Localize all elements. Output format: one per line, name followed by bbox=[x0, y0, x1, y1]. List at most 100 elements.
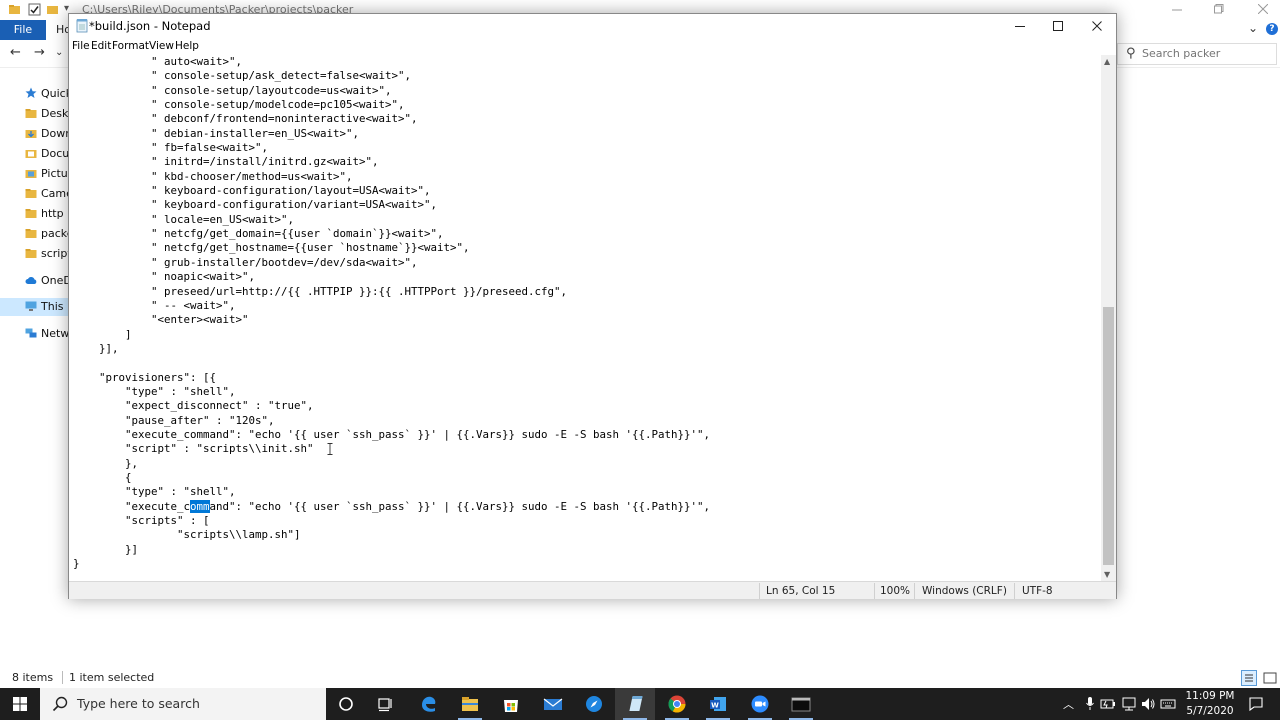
nav-item[interactable]: OneDri bbox=[0, 272, 68, 290]
minimize-icon bbox=[1015, 26, 1025, 27]
code-line: " netcfg/get_domain={{user `domain`}}<wa… bbox=[73, 227, 444, 241]
large-icons-view-button[interactable] bbox=[1262, 670, 1278, 686]
nav-item[interactable]: Quick a bbox=[0, 85, 68, 103]
status-divider bbox=[759, 583, 760, 599]
download-icon bbox=[25, 130, 37, 138]
nav-item-label: Networ bbox=[41, 327, 68, 340]
code-line: " noapic<wait>", bbox=[73, 270, 256, 284]
scroll-down-arrow-icon[interactable]: ▼ bbox=[1104, 570, 1110, 579]
mail-button[interactable] bbox=[533, 688, 573, 720]
nav-item[interactable]: Docu bbox=[0, 145, 68, 163]
scroll-up-arrow-icon[interactable]: ▲ bbox=[1104, 57, 1110, 66]
help-icon[interactable]: ? bbox=[1266, 23, 1278, 35]
explorer-search-box[interactable]: ⚲ bbox=[1117, 43, 1277, 65]
nav-item-label: Came bbox=[41, 187, 68, 200]
notification-icon[interactable] bbox=[1248, 696, 1264, 712]
menu-bar: File Edit Format View Help bbox=[69, 38, 1116, 55]
vertical-scrollbar[interactable]: ▲ ▼ bbox=[1101, 55, 1116, 581]
cortana-button[interactable] bbox=[326, 688, 366, 720]
volume-icon[interactable] bbox=[1140, 696, 1156, 712]
taskbar-search-box[interactable]: Type here to search bbox=[40, 688, 326, 720]
close-icon[interactable] bbox=[1258, 4, 1268, 14]
word-button[interactable]: W bbox=[698, 688, 738, 720]
microphone-icon[interactable] bbox=[1085, 696, 1095, 712]
ribbon-file-tab[interactable]: File bbox=[0, 20, 46, 40]
folder-icon bbox=[25, 229, 37, 238]
terminal-button[interactable] bbox=[781, 688, 821, 720]
code-line: " keyboard-configuration/variant=USA<wai… bbox=[73, 198, 438, 212]
nav-item-label: Down bbox=[41, 127, 68, 140]
mail-icon bbox=[543, 698, 563, 710]
notepad-titlebar[interactable]: *build.json - Notepad bbox=[69, 14, 1116, 38]
forward-arrow-icon[interactable]: → bbox=[34, 45, 45, 60]
keyboard-icon[interactable] bbox=[1160, 696, 1176, 712]
code-text[interactable]: " auto<wait>", " console-setup/ask_detec… bbox=[73, 55, 710, 571]
clock-time: 11:09 PM bbox=[1185, 690, 1235, 702]
new-folder-icon[interactable] bbox=[46, 3, 59, 16]
nav-item[interactable]: http bbox=[0, 205, 68, 223]
taskbar-clock[interactable]: 11:09 PM 5/7/2020 bbox=[1180, 689, 1240, 719]
code-line: " grub-installer/bootdev=/dev/sda<wait>"… bbox=[73, 255, 418, 269]
minimize-icon[interactable] bbox=[1172, 5, 1182, 15]
notepad-taskbar-button[interactable] bbox=[615, 688, 655, 720]
start-button[interactable] bbox=[0, 688, 40, 720]
task-view-button[interactable] bbox=[366, 688, 406, 720]
code-segment: "execute_c bbox=[73, 499, 191, 513]
chevron-up-icon[interactable]: ︿ bbox=[1063, 696, 1074, 712]
search-input[interactable] bbox=[1142, 47, 1272, 60]
nav-item[interactable]: This PC bbox=[0, 298, 68, 316]
code-line: " kbd-chooser/method=us<wait>", bbox=[73, 169, 353, 183]
close-icon bbox=[1092, 21, 1102, 31]
maximize-icon[interactable] bbox=[1214, 4, 1224, 14]
code-line: "execute_command": "echo '{{ user `ssh_p… bbox=[73, 427, 711, 441]
chevron-down-icon[interactable]: ⌄ bbox=[1248, 21, 1258, 35]
notepad-window[interactable]: *build.json - Notepad File Edit Format V… bbox=[68, 13, 1117, 599]
code-line: " preseed/url=http://{{ .HTTPIP }}:{{ .H… bbox=[73, 284, 568, 298]
safari-button[interactable] bbox=[574, 688, 614, 720]
nav-item[interactable]: scripts bbox=[0, 245, 68, 263]
text-editor[interactable]: " auto<wait>", " console-setup/ask_detec… bbox=[69, 55, 1101, 581]
code-line: "expect_disconnect" : "true", bbox=[73, 399, 314, 413]
store-button[interactable] bbox=[491, 688, 531, 720]
nav-item-label: Quick a bbox=[41, 87, 68, 100]
status-divider bbox=[914, 583, 915, 599]
menu-help[interactable]: Help bbox=[175, 40, 199, 52]
nav-item[interactable]: Networ bbox=[0, 325, 68, 343]
selected-count: 1 item selected bbox=[62, 671, 154, 684]
nav-item[interactable]: Came bbox=[0, 185, 68, 203]
taskbar: Type here to search W ︿ 11:09 PM 5/7/202… bbox=[0, 688, 1280, 720]
maximize-button[interactable] bbox=[1039, 14, 1077, 38]
large-icons-view-icon bbox=[1263, 672, 1277, 684]
code-line: "<enter><wait>" bbox=[73, 313, 249, 327]
nav-item-label: scripts bbox=[41, 247, 68, 260]
code-line: "execute_command": "echo '{{ user `ssh_p… bbox=[73, 499, 710, 514]
network-icon[interactable] bbox=[1121, 696, 1137, 712]
code-line: { bbox=[73, 470, 132, 484]
search-icon: ⚲ bbox=[1126, 46, 1136, 61]
menu-edit[interactable]: Edit bbox=[91, 40, 111, 52]
edge-button[interactable] bbox=[409, 688, 449, 720]
file-explorer-button[interactable] bbox=[450, 688, 490, 720]
back-arrow-icon[interactable]: ← bbox=[10, 45, 21, 60]
nav-item-label: Deskt bbox=[41, 107, 68, 120]
checkbox-icon[interactable] bbox=[28, 3, 41, 16]
battery-icon[interactable] bbox=[1100, 697, 1116, 711]
code-line: "scripts" : [ bbox=[73, 514, 210, 527]
nav-item[interactable]: Down bbox=[0, 125, 68, 143]
nav-item[interactable]: Deskt bbox=[0, 105, 68, 123]
menu-file[interactable]: File bbox=[72, 40, 90, 52]
close-button[interactable] bbox=[1078, 14, 1116, 38]
details-view-button[interactable] bbox=[1241, 670, 1257, 686]
zoom-button[interactable] bbox=[740, 688, 780, 720]
scrollbar-thumb[interactable] bbox=[1103, 307, 1114, 565]
nav-item[interactable]: Pictur bbox=[0, 165, 68, 183]
menu-format[interactable]: Format bbox=[112, 40, 149, 52]
chrome-button[interactable] bbox=[657, 688, 697, 720]
nav-item[interactable]: packe bbox=[0, 225, 68, 243]
word-icon: W bbox=[710, 697, 726, 711]
recent-locations-icon[interactable]: ⌄ bbox=[55, 47, 63, 58]
menu-view[interactable]: View bbox=[149, 40, 174, 52]
minimize-button[interactable] bbox=[1001, 14, 1039, 38]
code-line: " console-setup/ask_detect=false<wait>", bbox=[73, 69, 412, 83]
cursor-position: Ln 65, Col 15 bbox=[766, 585, 836, 597]
